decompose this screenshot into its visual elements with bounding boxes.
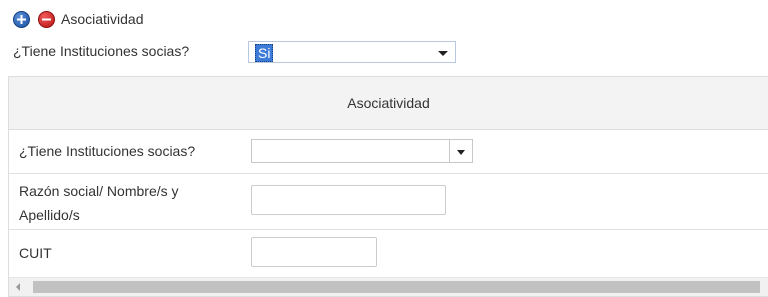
top-question-selected-value: Si — [255, 44, 274, 62]
row-divider — [9, 229, 768, 230]
razon-social-input[interactable] — [251, 185, 446, 215]
horizontal-scrollbar[interactable] — [9, 277, 768, 296]
field-label-cuit: CUIT — [19, 245, 52, 261]
scrollbar-thumb[interactable] — [33, 281, 760, 293]
minus-glyph — [42, 18, 51, 20]
panel-header-title: Asociatividad — [347, 95, 430, 111]
top-question-label: ¿Tiene Instituciones socias? — [13, 43, 190, 59]
field-label-razon-social: Razón social/ Nombre/s y Apellido/s — [19, 183, 179, 223]
top-question-select[interactable]: Si — [248, 41, 456, 63]
instituciones-select[interactable] — [251, 139, 473, 163]
chevron-down-icon — [457, 150, 465, 155]
minus-circle-icon[interactable] — [38, 10, 55, 28]
plus-circle-icon[interactable] — [13, 10, 30, 28]
section-header: Asociatividad — [13, 9, 144, 29]
section-title: Asociatividad — [61, 11, 144, 27]
cuit-input[interactable] — [251, 237, 377, 267]
panel-header: Asociatividad — [9, 77, 768, 130]
chevron-down-icon — [438, 51, 448, 56]
scroll-left-icon[interactable] — [16, 283, 20, 291]
row-divider — [9, 173, 768, 174]
plus-glyph — [17, 14, 26, 24]
field-label-instituciones: ¿Tiene Instituciones socias? — [19, 143, 196, 159]
asociatividad-panel: Asociatividad ¿Tiene Instituciones socia… — [8, 76, 768, 297]
select-divider — [449, 140, 450, 162]
